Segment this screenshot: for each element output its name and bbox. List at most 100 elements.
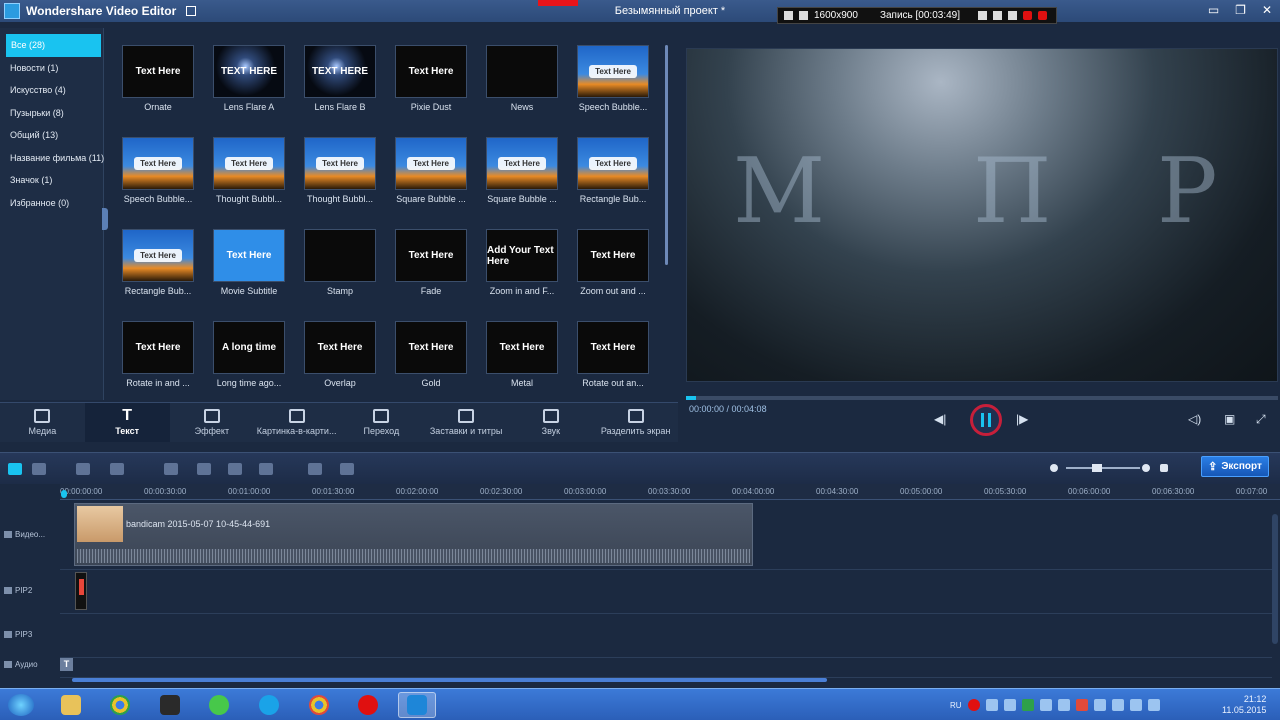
tool-film[interactable]: Медиа	[0, 403, 85, 442]
crop-icon[interactable]	[308, 463, 322, 475]
effect-tile[interactable]: Text Here Gold	[383, 316, 473, 408]
zoom-slider-track[interactable]	[1066, 467, 1140, 469]
category-item[interactable]: Все (28)	[6, 34, 101, 57]
category-item[interactable]: Искусство (4)	[0, 79, 103, 102]
tool-text[interactable]: T Текст	[84, 403, 170, 442]
effect-tile[interactable]: Stamp	[292, 224, 382, 316]
category-item[interactable]: Пузырьки (8)	[0, 102, 103, 125]
split-icon[interactable]	[340, 463, 354, 475]
tool-magic-wand[interactable]: Эффект	[170, 403, 255, 442]
timeline-ruler[interactable]: 00:00:00:00 00:00:30:00 00:01:00:00 00:01:3…	[60, 484, 1280, 500]
tool-split-screen[interactable]: Разделить экран	[593, 403, 678, 442]
playhead[interactable]	[61, 490, 67, 498]
audio-track-row[interactable]	[60, 658, 1272, 678]
taskbar-app[interactable]	[151, 692, 189, 718]
redo-icon[interactable]	[110, 463, 124, 475]
taskbar-icq[interactable]	[200, 692, 238, 718]
restore-button[interactable]: ❐	[1235, 3, 1246, 17]
fit-timeline-icon[interactable]	[1160, 464, 1168, 472]
effect-tile[interactable]: Text Here Movie Subtitle	[201, 224, 291, 316]
effect-tile[interactable]: TEXT HERE Lens Flare B	[292, 40, 382, 132]
collapse-panel-handle[interactable]	[102, 208, 108, 230]
tool-transition[interactable]: Переход	[339, 403, 424, 442]
language-indicator[interactable]: RU	[950, 701, 962, 710]
start-button[interactable]	[8, 694, 34, 716]
effect-tile[interactable]: Text Here Rectangle Bub...	[565, 132, 655, 224]
cut-icon[interactable]	[197, 463, 211, 475]
tray-icon[interactable]	[1075, 699, 1088, 711]
next-frame-icon[interactable]: |▶	[1016, 412, 1028, 426]
effect-tile[interactable]: TEXT HERE Lens Flare A	[201, 40, 291, 132]
effect-tile[interactable]: Text Here Rectangle Bub...	[110, 224, 200, 316]
zoom-out-icon[interactable]	[1050, 464, 1058, 472]
effect-tile[interactable]: Text Here Speech Bubble...	[110, 132, 200, 224]
tray-icon[interactable]	[1093, 699, 1106, 711]
tray-icon[interactable]	[1039, 699, 1052, 711]
timeline-view-icon[interactable]	[8, 463, 22, 475]
category-item[interactable]: Избранное (0)	[0, 192, 103, 215]
fullscreen-icon[interactable]: ⤢	[1256, 412, 1266, 427]
magnifier-icon[interactable]	[799, 11, 808, 20]
timeline-vertical-scrollbar[interactable]	[1272, 514, 1278, 644]
effect-tile[interactable]: Text Here Square Bubble ...	[474, 132, 564, 224]
effect-tile[interactable]: Text Here Speech Bubble...	[565, 40, 655, 132]
window-mode-icon[interactable]	[784, 11, 793, 20]
previous-frame-icon[interactable]: ◀|	[934, 412, 946, 426]
microphone-icon[interactable]	[259, 463, 273, 475]
tool-pip[interactable]: Картинка-в-карти...	[254, 403, 339, 442]
effect-tile[interactable]: Text Here Overlap	[292, 316, 382, 408]
effect-tile[interactable]: Text Here Thought Bubbl...	[292, 132, 382, 224]
pip2-track-row[interactable]	[60, 570, 1272, 614]
tray-icon[interactable]	[1111, 699, 1124, 711]
category-item[interactable]: Общий (13)	[0, 124, 103, 147]
delete-icon[interactable]	[228, 463, 242, 475]
pencil-icon[interactable]	[1008, 11, 1018, 20]
clock[interactable]: 21:12 11.05.2015	[1222, 694, 1266, 716]
zoom-in-icon[interactable]	[1142, 464, 1150, 472]
dropdown-icon[interactable]	[978, 11, 988, 20]
effect-tile[interactable]: Text Here Ornate	[110, 40, 200, 132]
undo-icon[interactable]	[76, 463, 90, 475]
network-icon[interactable]	[1129, 699, 1142, 711]
taskbar-chrome[interactable]	[101, 692, 139, 718]
tray-icon[interactable]	[985, 699, 998, 711]
taskbar-bandicam[interactable]	[349, 692, 387, 718]
category-item[interactable]: Название фильма (11)	[0, 147, 104, 170]
effect-tile[interactable]: Text Here Rotate in and ...	[110, 316, 200, 408]
record-icon[interactable]	[1023, 11, 1033, 20]
video-clip[interactable]: bandicam 2015-05-07 10-45-44-691	[74, 503, 753, 566]
effect-tile[interactable]: A long time Long time ago...	[201, 316, 291, 408]
timeline-horizontal-scrollbar[interactable]	[72, 678, 827, 682]
pip-clip[interactable]	[75, 572, 87, 610]
category-item[interactable]: Новости (1)	[0, 57, 103, 80]
close-button[interactable]: ✕	[1262, 3, 1272, 17]
effect-tile[interactable]: News	[474, 40, 564, 132]
minimize-button[interactable]: ▭	[1208, 3, 1219, 17]
edit-icon[interactable]	[164, 463, 178, 475]
effect-tile[interactable]: Add Your Text Here Zoom in and F...	[474, 224, 564, 316]
volume-tray-icon[interactable]	[1147, 699, 1160, 711]
taskbar-chrome-2[interactable]	[300, 692, 338, 718]
tray-icon[interactable]	[1003, 699, 1016, 711]
effect-tile[interactable]: Text Here Fade	[383, 224, 473, 316]
volume-icon[interactable]: ◁)	[1188, 412, 1201, 426]
stop-icon[interactable]	[1038, 11, 1048, 20]
text-clip[interactable]: T	[60, 658, 73, 671]
tray-icon[interactable]	[1057, 699, 1070, 711]
pip3-track-row[interactable]	[60, 614, 1272, 658]
tool-headphones[interactable]: Звук	[509, 403, 594, 442]
effects-scrollbar[interactable]	[665, 45, 668, 265]
taskbar-skype[interactable]	[250, 692, 288, 718]
tool-intro-credits[interactable]: Заставки и титры	[424, 403, 509, 442]
taskbar-explorer[interactable]	[52, 692, 90, 718]
export-button[interactable]: ⇪ Экспорт	[1201, 456, 1269, 477]
storyboard-view-icon[interactable]	[32, 463, 46, 475]
effect-tile[interactable]: Text Here Square Bubble ...	[383, 132, 473, 224]
effect-tile[interactable]: Text Here Metal	[474, 316, 564, 408]
effect-tile[interactable]: Text Here Thought Bubbl...	[201, 132, 291, 224]
tray-record-icon[interactable]	[967, 699, 980, 711]
effect-tile[interactable]: Text Here Pixie Dust	[383, 40, 473, 132]
pause-button[interactable]	[970, 404, 1002, 436]
effect-tile[interactable]: Text Here Rotate out an...	[565, 316, 655, 408]
zoom-slider-handle[interactable]	[1092, 464, 1102, 472]
